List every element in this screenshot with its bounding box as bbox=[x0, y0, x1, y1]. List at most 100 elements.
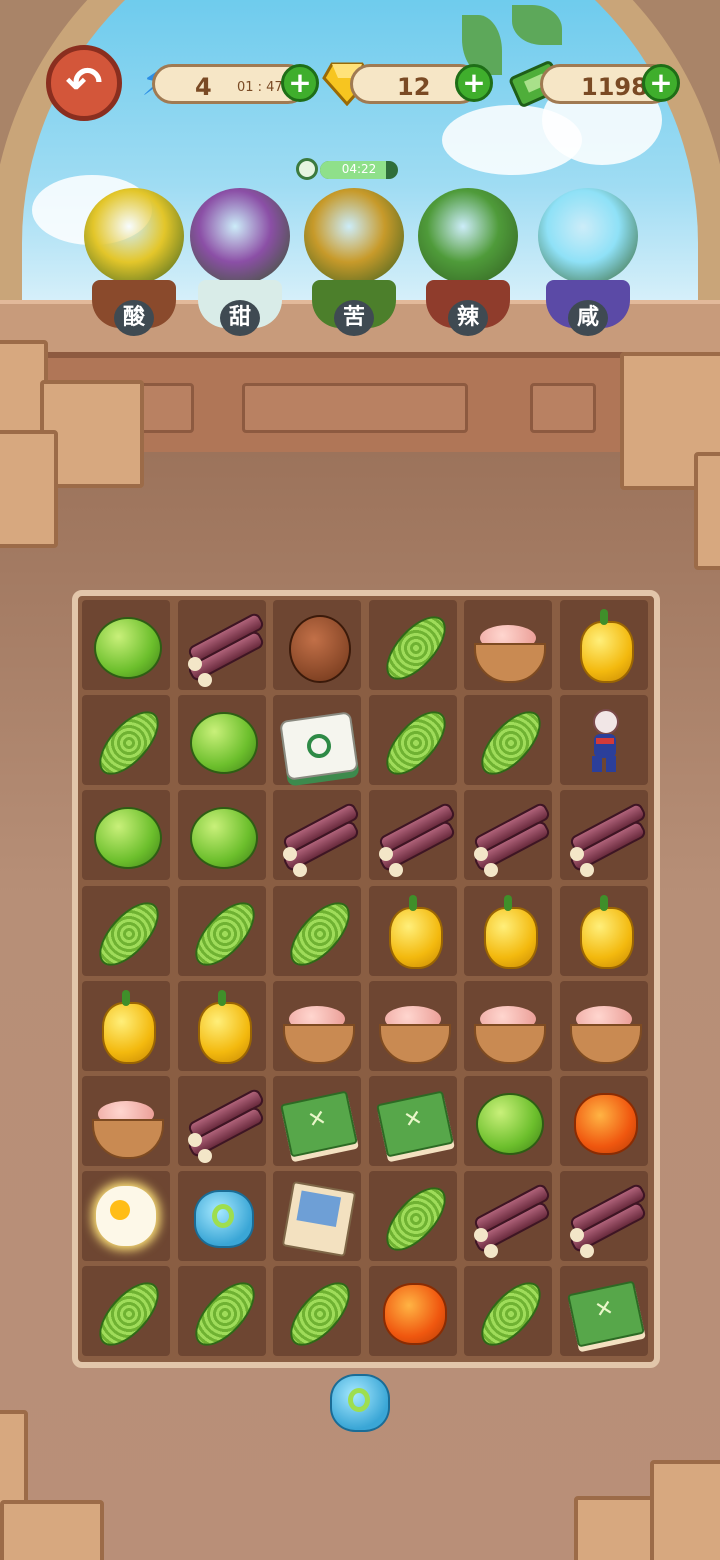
board-tile-bitter-melon[interactable] bbox=[368, 1171, 457, 1262]
board-tile-yellow-pepper[interactable] bbox=[368, 885, 457, 976]
board-tile-mahjong-tile[interactable] bbox=[273, 695, 362, 786]
board-tile-jelly-sprout[interactable] bbox=[177, 1171, 266, 1262]
board-tile-hero-figure[interactable] bbox=[560, 695, 648, 786]
meat-bowl-icon bbox=[470, 607, 547, 683]
bitter-melon-icon bbox=[279, 1272, 361, 1357]
board-tile-bitter-melon[interactable] bbox=[464, 1266, 553, 1357]
counter-panel bbox=[530, 383, 596, 433]
board-tile-orange-orb[interactable] bbox=[368, 1266, 457, 1357]
board-tile-sugarcane[interactable] bbox=[464, 790, 553, 881]
board-tile-meat-bowl[interactable] bbox=[464, 980, 553, 1071]
add-gems-button[interactable]: + bbox=[455, 64, 493, 102]
board-tile-bitter-melon[interactable] bbox=[368, 695, 457, 786]
bitter-melon-icon bbox=[470, 1272, 552, 1357]
board-tile-bitter-melon[interactable] bbox=[273, 1266, 362, 1357]
board-tile-sugarcane[interactable] bbox=[464, 1171, 553, 1262]
board-tile-bitter-melon[interactable] bbox=[177, 885, 266, 976]
bitter-melon-icon bbox=[88, 701, 170, 785]
lime-icon bbox=[184, 797, 260, 873]
board-tile-yellow-pepper[interactable] bbox=[464, 885, 553, 976]
board-tile-bitter-melon[interactable] bbox=[82, 1266, 170, 1357]
board-tile-lime[interactable] bbox=[177, 695, 266, 786]
clock-icon bbox=[296, 158, 318, 180]
collected-item-slot[interactable] bbox=[330, 1372, 390, 1432]
bitter-melon-icon bbox=[184, 1272, 265, 1357]
board-tile-meat-bowl[interactable] bbox=[368, 980, 457, 1071]
sugarcane-icon bbox=[279, 797, 361, 878]
recipe-book-icon: ✕ bbox=[279, 1083, 359, 1159]
board-tile-recipe-book[interactable]: ✕ bbox=[368, 1076, 457, 1166]
plant-foliage bbox=[418, 188, 518, 284]
board-tile-yellow-pepper[interactable] bbox=[560, 885, 648, 976]
plant-label: 甜 bbox=[220, 300, 260, 336]
board-tile-yellow-pepper[interactable] bbox=[82, 980, 170, 1071]
add-energy-button[interactable]: + bbox=[281, 64, 319, 102]
board-tile-meat-bowl[interactable] bbox=[464, 600, 553, 690]
bitter-melon-icon bbox=[279, 891, 361, 976]
plant-label: 酸 bbox=[114, 300, 154, 336]
sugarcane-icon bbox=[470, 797, 552, 878]
board-tile-bitter-melon[interactable] bbox=[273, 885, 362, 976]
bitter-melon-icon bbox=[375, 606, 457, 690]
board-tile-yellow-pepper[interactable] bbox=[177, 980, 266, 1071]
bitter-melon-icon bbox=[375, 701, 457, 785]
plus-icon: + bbox=[649, 66, 673, 99]
plant-lemon-tree[interactable]: 酸 bbox=[80, 188, 188, 338]
sugarcane-icon bbox=[566, 797, 648, 878]
plant-sugarcane[interactable]: 甜 bbox=[186, 188, 294, 338]
meat-bowl-icon bbox=[375, 988, 451, 1064]
board-tile-orange-orb[interactable] bbox=[560, 1076, 648, 1166]
bitter-melon-icon bbox=[88, 1272, 170, 1357]
board-tile-sugarcane[interactable] bbox=[177, 1076, 266, 1166]
board-tile-lime[interactable] bbox=[82, 600, 170, 690]
board-tile-bitter-melon[interactable] bbox=[464, 695, 553, 786]
board-tile-sugarcane[interactable] bbox=[273, 790, 362, 881]
bitter-melon-icon bbox=[470, 701, 552, 785]
board-tile-bitter-melon[interactable] bbox=[82, 695, 170, 786]
board-tile-lime[interactable] bbox=[82, 790, 170, 881]
bitter-melon-icon bbox=[88, 891, 170, 976]
meat-bowl-icon bbox=[279, 988, 356, 1064]
plant-salt-crystal[interactable]: 咸 bbox=[534, 188, 642, 338]
board-tile-recipe-book[interactable]: ✕ bbox=[560, 1266, 648, 1357]
board-tile-sugarcane[interactable] bbox=[368, 790, 457, 881]
board-tile-meat-bowl[interactable] bbox=[560, 980, 648, 1071]
recipe-book-icon: ✕ bbox=[375, 1083, 454, 1159]
board-tile-lime[interactable] bbox=[177, 790, 266, 881]
gem-value: 12 bbox=[397, 73, 431, 101]
lime-icon bbox=[88, 797, 164, 873]
game-scene: ↶ ⚡ 4 01 : 47 + 12 + 1198 + 04:22 酸甜苦辣咸 … bbox=[0, 0, 720, 1560]
board-tile-sugarcane[interactable] bbox=[177, 600, 266, 690]
bitter-melon-icon bbox=[184, 891, 265, 976]
board-tile-trading-card[interactable] bbox=[273, 1171, 362, 1262]
add-cash-button[interactable]: + bbox=[642, 64, 680, 102]
board-tile-yellow-pepper[interactable] bbox=[560, 600, 648, 690]
board-tile-egg[interactable] bbox=[82, 1171, 170, 1262]
board-tile-sugarcane[interactable] bbox=[560, 1171, 648, 1262]
board-tile-bitter-melon[interactable] bbox=[177, 1266, 266, 1357]
back-button[interactable]: ↶ bbox=[46, 45, 122, 121]
board-tile-meat-bowl[interactable] bbox=[273, 980, 362, 1071]
sugarcane-icon bbox=[184, 607, 266, 687]
board-tile-bitter-melon[interactable] bbox=[82, 885, 170, 976]
lime-icon bbox=[184, 702, 260, 778]
timer-bar: 04:22 bbox=[320, 161, 398, 179]
board-tile-recipe-book[interactable]: ✕ bbox=[273, 1076, 362, 1166]
board-tile-walnut[interactable] bbox=[273, 600, 362, 690]
board-tile-lime[interactable] bbox=[464, 1076, 553, 1166]
board-tile-bitter-melon[interactable] bbox=[368, 600, 457, 690]
yellow-pepper-icon bbox=[566, 893, 642, 969]
plant-chili-plant[interactable]: 辣 bbox=[414, 188, 522, 338]
lime-icon bbox=[88, 607, 164, 683]
timer-text: 04:22 bbox=[341, 162, 377, 176]
plant-bitter-tree[interactable]: 苦 bbox=[300, 188, 408, 338]
sugarcane-icon bbox=[470, 1178, 552, 1259]
yellow-pepper-icon bbox=[470, 893, 546, 969]
plant-label: 苦 bbox=[334, 300, 374, 336]
board-tile-sugarcane[interactable] bbox=[560, 790, 648, 881]
plant-foliage bbox=[304, 188, 404, 284]
board-tile-meat-bowl[interactable] bbox=[82, 1076, 170, 1166]
crate bbox=[574, 1496, 662, 1560]
bitter-melon-icon bbox=[375, 1177, 457, 1261]
plant-foliage bbox=[84, 188, 184, 284]
